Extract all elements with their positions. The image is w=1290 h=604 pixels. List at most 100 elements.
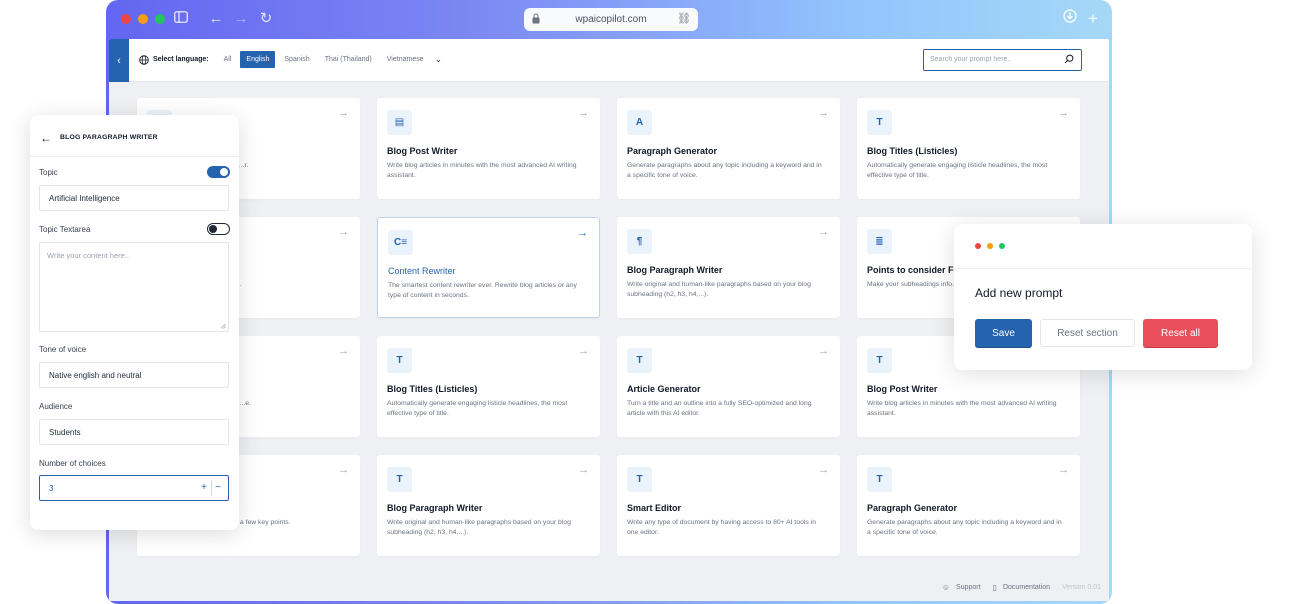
text-t-icon: T bbox=[867, 110, 892, 135]
list-icon: ≣ bbox=[867, 229, 892, 254]
card-description: Write original and human-like paragraphs… bbox=[627, 281, 811, 298]
tone-field[interactable]: Native english and neutral bbox=[39, 362, 229, 388]
topic-field[interactable]: Artificial Intelligence bbox=[39, 185, 229, 211]
prompt-card[interactable]: ¶ → Blog Paragraph Writer Write original an… bbox=[617, 217, 840, 318]
arrow-right-icon[interactable]: → bbox=[578, 345, 589, 357]
language-option-vietnamese[interactable]: Vietnamese bbox=[381, 51, 430, 68]
arrow-right-icon[interactable]: → bbox=[578, 107, 589, 119]
arrow-right-icon[interactable]: → bbox=[338, 345, 349, 357]
paragraph-icon: ¶ bbox=[627, 229, 652, 254]
support-link[interactable]: Support bbox=[956, 584, 981, 591]
choices-value: 3 bbox=[49, 484, 54, 493]
new-tab-icon[interactable]: + bbox=[1083, 9, 1103, 29]
increment-button[interactable]: + bbox=[201, 482, 207, 493]
popup-window-dots bbox=[975, 243, 1005, 249]
card-title: Paragraph Generator bbox=[627, 146, 718, 156]
topic-label: Topic bbox=[39, 168, 58, 177]
arrow-right-icon[interactable]: → bbox=[338, 226, 349, 238]
card-description: Generate paragraphs about any topic incl… bbox=[627, 162, 822, 179]
stepper-divider bbox=[211, 481, 212, 495]
globe-icon bbox=[139, 54, 149, 65]
card-title: Paragraph Generator bbox=[867, 503, 958, 513]
documentation-link[interactable]: Documentation bbox=[1003, 584, 1050, 591]
search-icon[interactable] bbox=[1064, 54, 1074, 64]
card-description: Turn a title and an outline into a fully… bbox=[627, 400, 812, 417]
download-icon[interactable] bbox=[1060, 9, 1080, 29]
forward-nav-icon[interactable]: → bbox=[231, 9, 251, 29]
save-button[interactable]: Save bbox=[975, 319, 1032, 347]
arrow-right-icon[interactable]: → bbox=[577, 227, 588, 239]
lock-icon bbox=[532, 13, 540, 24]
window-controls bbox=[121, 14, 165, 24]
prompt-card[interactable]: T → Blog Titles (Listicles) Automatically g… bbox=[857, 98, 1080, 199]
chevron-down-icon[interactable]: ⌄ bbox=[435, 54, 443, 65]
prompt-card[interactable]: T → Blog Paragraph Writer Write original an… bbox=[377, 455, 600, 556]
card-title: Content Rewriter bbox=[388, 266, 456, 276]
search-placeholder: Search your prompt here.. bbox=[930, 56, 1012, 63]
reset-all-button[interactable]: Reset all bbox=[1143, 319, 1218, 347]
arrow-right-icon[interactable]: → bbox=[578, 464, 589, 476]
choices-label: Number of choices bbox=[39, 459, 106, 468]
text-t-icon: T bbox=[627, 348, 652, 373]
back-nav-icon[interactable]: ← bbox=[206, 9, 226, 29]
language-option-english[interactable]: English bbox=[240, 51, 276, 68]
topic-textarea-toggle[interactable] bbox=[207, 223, 230, 235]
card-description: Write blog articles in minutes with the … bbox=[867, 400, 1057, 417]
language-option-thai[interactable]: Thai (Thailand) bbox=[319, 51, 378, 68]
blog-paragraph-writer-panel: ← BLOG PARAGRAPH WRITER Topic Artificial… bbox=[30, 115, 239, 530]
language-option-all[interactable]: All bbox=[218, 51, 238, 68]
audience-field[interactable]: Students bbox=[39, 419, 229, 445]
minimize-window-button[interactable] bbox=[138, 14, 148, 24]
topic-textarea-label: Topic Textarea bbox=[39, 225, 91, 234]
prompt-card[interactable]: T → Smart Editor Write any type of document… bbox=[617, 455, 840, 556]
card-title: Blog Post Writer bbox=[867, 384, 938, 394]
reset-section-button[interactable]: Reset section bbox=[1040, 319, 1135, 347]
language-selector: Select language: All English Spanish Tha… bbox=[139, 51, 442, 68]
prompt-card[interactable]: A → Paragraph Generator Generate paragraphs… bbox=[617, 98, 840, 199]
arrow-right-icon[interactable]: → bbox=[338, 107, 349, 119]
card-description: Automatically generate engaging listicle… bbox=[387, 400, 568, 417]
collapse-sidebar-button[interactable]: ‹ bbox=[109, 39, 129, 82]
arrow-right-icon[interactable]: → bbox=[818, 226, 829, 238]
stage: ← → ↻ wpaicopilot.com ⛓ + ‹ Select langu… bbox=[0, 0, 1290, 604]
card-description: Write any type of document by having acc… bbox=[627, 519, 816, 536]
maximize-window-button[interactable] bbox=[155, 14, 165, 24]
topic-toggle[interactable] bbox=[207, 166, 230, 178]
prompt-card[interactable]: T → Article Generator Turn a title and an o… bbox=[617, 336, 840, 437]
card-title: Smart Editor bbox=[627, 503, 682, 513]
popup-dot-red bbox=[975, 243, 981, 249]
card-title: Blog Titles (Listicles) bbox=[867, 146, 958, 156]
arrow-right-icon[interactable]: → bbox=[338, 464, 349, 476]
rewrite-icon: C≡ bbox=[388, 230, 413, 255]
popup-divider bbox=[954, 268, 1252, 269]
prompt-card[interactable]: T → Paragraph Generator Generate paragraphs… bbox=[857, 455, 1080, 556]
language-option-spanish[interactable]: Spanish bbox=[278, 51, 315, 68]
text-a-icon: A bbox=[627, 110, 652, 135]
topic-textarea[interactable]: Write your content here.. bbox=[39, 242, 229, 332]
arrow-right-icon[interactable]: → bbox=[1058, 107, 1069, 119]
prompt-card[interactable]: T → Blog Titles (Listicles) Automatically g… bbox=[377, 336, 600, 437]
search-input[interactable]: Search your prompt here.. bbox=[923, 49, 1082, 71]
version-text: Version 0.01 bbox=[1062, 584, 1101, 591]
resize-handle-icon[interactable] bbox=[220, 323, 226, 329]
choices-stepper[interactable]: 3 + − bbox=[39, 475, 229, 501]
arrow-right-icon[interactable]: → bbox=[818, 107, 829, 119]
panel-divider bbox=[30, 156, 239, 157]
address-bar[interactable]: wpaicopilot.com ⛓ bbox=[524, 8, 698, 31]
card-description: Write blog articles in minutes with the … bbox=[387, 162, 577, 179]
arrow-right-icon[interactable]: → bbox=[818, 464, 829, 476]
arrow-right-icon[interactable]: → bbox=[818, 345, 829, 357]
close-window-button[interactable] bbox=[121, 14, 131, 24]
sidebar-toggle-icon[interactable] bbox=[171, 9, 191, 29]
link-icon[interactable]: ⛓ bbox=[677, 12, 691, 25]
decrement-button[interactable]: − bbox=[215, 482, 221, 493]
reload-icon[interactable]: ↻ bbox=[256, 9, 276, 29]
text-t-icon: T bbox=[387, 348, 412, 373]
back-arrow-icon[interactable]: ← bbox=[40, 131, 52, 145]
prompt-card[interactable]: C≡ → Content Rewriter The smartest content … bbox=[377, 217, 600, 318]
card-title: Blog Post Writer bbox=[387, 146, 458, 156]
popup-dot-yellow bbox=[987, 243, 993, 249]
arrow-right-icon[interactable]: → bbox=[1058, 464, 1069, 476]
prompt-card[interactable]: ▤ → Blog Post Writer Write blog articles in… bbox=[377, 98, 600, 199]
text-t-icon: T bbox=[387, 467, 412, 492]
